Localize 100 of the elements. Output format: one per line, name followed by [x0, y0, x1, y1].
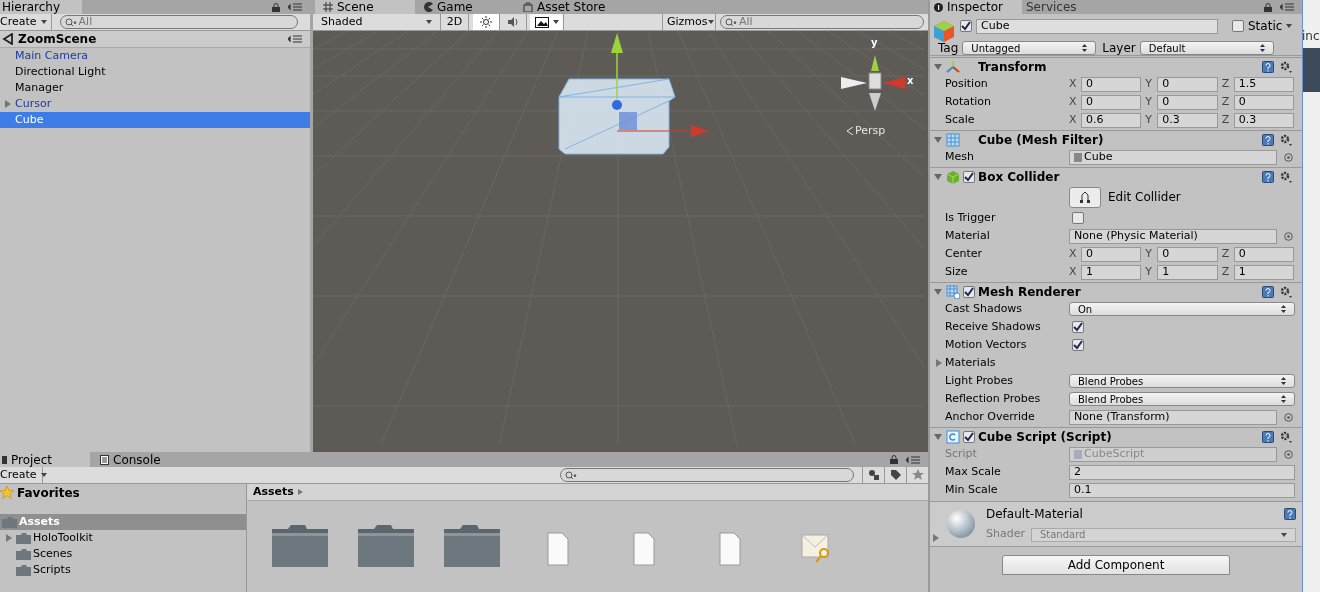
materials-foldout[interactable]: Materials [930, 354, 996, 372]
value-field[interactable]: 0 [1081, 76, 1142, 92]
name-field[interactable]: Cube [976, 18, 1218, 34]
panel-tab[interactable]: Console [90, 452, 180, 467]
shading-dropdown[interactable]: Shaded [313, 14, 441, 30]
view-tab[interactable]: Game [415, 0, 515, 14]
dropdown[interactable]: Untagged [962, 41, 1097, 55]
edit-collider-button[interactable] [1069, 186, 1101, 208]
up-down-arrow-icon [1281, 377, 1286, 385]
field-label: Mesh [944, 148, 975, 165]
collider-edit-icon [1079, 191, 1091, 203]
object-field[interactable]: Cube [1069, 149, 1277, 165]
selected-cube-drawing[interactable] [558, 78, 676, 155]
hierarchy-item[interactable]: Main Camera [0, 48, 310, 64]
plane-handle[interactable] [619, 112, 637, 130]
field-label: Is Trigger [944, 209, 997, 226]
value-field[interactable]: 0.3 [1233, 112, 1294, 128]
inspector-tab[interactable]: Inspector [930, 0, 1022, 14]
hierarchy-item[interactable]: Cursor [0, 96, 310, 112]
expanded-arrow-icon [934, 432, 942, 441]
breadcrumb-item[interactable]: Assets [253, 483, 294, 501]
search-icon [565, 470, 577, 480]
checkbox[interactable] [1072, 212, 1084, 224]
object-field[interactable]: None (Transform) [1069, 409, 1277, 425]
object-field[interactable]: None (Physic Material) [1069, 228, 1277, 244]
orientation-gizmo[interactable] [841, 55, 905, 111]
number-field[interactable]: 0.1 [1069, 482, 1295, 498]
hierarchy-item[interactable]: Cube [0, 112, 310, 128]
value-field[interactable]: 0.6 [1081, 112, 1142, 128]
hierarchy-item[interactable]: Manager [0, 80, 310, 96]
mode-2d-toggle[interactable]: 2D [441, 14, 469, 30]
dropdown[interactable]: Blend Probes [1069, 374, 1295, 388]
dropdown[interactable]: Blend Probes [1069, 392, 1295, 406]
background-window-text: inc [1303, 27, 1320, 45]
menu-icon [1280, 3, 1294, 11]
create-dropdown[interactable]: Create [0, 14, 52, 30]
checkbox[interactable] [1072, 339, 1084, 351]
static-checkbox[interactable] [1232, 20, 1244, 32]
folder-icon[interactable] [272, 523, 328, 567]
folder-tree-item[interactable]: HoloToolkit [0, 530, 246, 546]
add-component-button[interactable]: Add Component [1002, 555, 1230, 575]
value-field[interactable]: 0 [1157, 76, 1218, 92]
value-field[interactable]: 1.5 [1233, 76, 1294, 92]
effects-toggle[interactable] [530, 14, 564, 30]
star-icon [0, 486, 14, 500]
value-field[interactable]: 0 [1233, 94, 1294, 110]
speaker-icon [507, 16, 519, 28]
field-label: Scale [944, 111, 976, 128]
lighting-toggle[interactable] [473, 14, 500, 30]
value-field[interactable]: 0 [1081, 246, 1142, 262]
tag-label: Tag [938, 40, 959, 57]
move-y-arrow[interactable] [611, 33, 623, 100]
view-tab[interactable]: Scene [315, 0, 415, 14]
value-field[interactable]: 1 [1081, 264, 1142, 280]
value-field[interactable]: 0 [1157, 94, 1218, 110]
favorites-label[interactable]: Favorites [17, 484, 80, 502]
enabled-checkbox[interactable] [963, 170, 975, 183]
hierarchy-tab[interactable]: Hierarchy [0, 0, 82, 14]
bag-icon [523, 2, 533, 12]
value-field[interactable]: 0 [1081, 94, 1142, 110]
folder-tree-item[interactable]: Scripts [0, 562, 246, 578]
hierarchy-item[interactable]: Directional Light [0, 64, 310, 80]
value-field[interactable]: 0.3 [1157, 112, 1218, 128]
inspector-tab[interactable]: Services [1022, 0, 1114, 14]
filter-by-type-icon [867, 469, 880, 481]
scene-name: ZoomScene [18, 31, 98, 48]
active-checkbox[interactable] [960, 20, 972, 32]
info-icon [934, 2, 943, 12]
enabled-checkbox[interactable] [963, 285, 975, 298]
renderer-component-icon [946, 284, 960, 299]
lock-icon [272, 2, 280, 12]
gizmos-dropdown[interactable]: Gizmos [662, 14, 716, 30]
dropdown[interactable]: Default [1139, 41, 1274, 55]
folder-icon[interactable] [358, 523, 414, 567]
chevron-left-icon [847, 127, 853, 136]
folder-tree-item[interactable]: Scenes [0, 546, 246, 562]
value-field[interactable]: 0 [1157, 246, 1218, 262]
pivot-handle[interactable] [612, 100, 622, 110]
material-name: Default-Material [986, 506, 1083, 524]
dropdown[interactable]: On [1069, 302, 1295, 316]
value-field[interactable]: 1 [1233, 264, 1294, 280]
checkbox[interactable] [1072, 321, 1084, 333]
move-x-arrow[interactable] [616, 125, 709, 137]
create-dropdown[interactable]: Create [0, 467, 43, 483]
help-book-icon [1262, 430, 1274, 443]
button-label: Edit Collider [1108, 189, 1181, 206]
value-field[interactable]: 1 [1157, 264, 1218, 280]
axis-label: X [1069, 263, 1078, 280]
folder-icon[interactable] [444, 523, 500, 567]
view-tab[interactable]: Asset Store [515, 0, 615, 14]
search-field[interactable] [560, 468, 854, 482]
value-field[interactable]: 0 [1233, 246, 1294, 262]
panel-tab[interactable]: Project [0, 452, 90, 467]
lock-icon [890, 455, 898, 464]
number-field[interactable]: 2 [1069, 464, 1295, 480]
static-label: Static [1248, 18, 1283, 35]
enabled-checkbox[interactable] [963, 430, 975, 443]
component-title: Cube Script (Script) [978, 428, 1113, 446]
help-book-icon [1262, 60, 1274, 73]
projection-toggle[interactable]: Persp [847, 123, 886, 140]
